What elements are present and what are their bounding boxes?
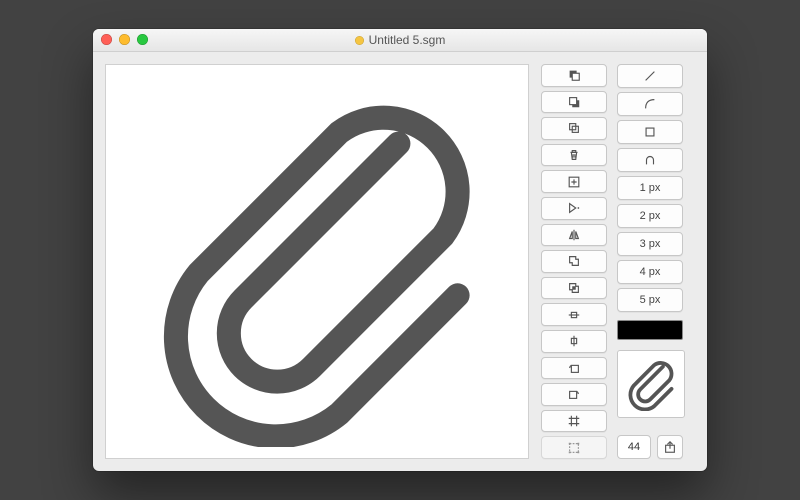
flip-horizontal-button[interactable] <box>541 224 607 247</box>
bounds-button[interactable] <box>541 436 607 459</box>
arch-tool-button[interactable] <box>617 148 683 172</box>
window-title-text: Untitled 5.sgm <box>369 33 446 47</box>
edit-tool-column <box>541 64 607 459</box>
document-proxy-icon[interactable] <box>355 36 364 45</box>
shape-tool-column: 1 px 2 px 3 px 4 px 5 px 44 <box>617 64 683 459</box>
stroke-3px-button[interactable]: 3 px <box>617 232 683 256</box>
zoom-window-button[interactable] <box>137 34 148 45</box>
app-window: Untitled 5.sgm <box>93 29 707 471</box>
canvas-area <box>93 52 541 471</box>
union-button[interactable] <box>541 250 607 273</box>
icon-preview <box>617 350 685 418</box>
align-vertical-button[interactable] <box>541 330 607 353</box>
window-title: Untitled 5.sgm <box>355 33 446 47</box>
tool-panels: 1 px 2 px 3 px 4 px 5 px 44 <box>541 52 707 471</box>
send-to-back-button[interactable] <box>541 91 607 114</box>
stroke-5px-button[interactable]: 5 px <box>617 288 683 312</box>
align-horizontal-button[interactable] <box>541 303 607 326</box>
stroke-1px-button[interactable]: 1 px <box>617 176 683 200</box>
convert-to-path-button[interactable] <box>541 197 607 220</box>
rotate-ccw-button[interactable] <box>541 357 607 380</box>
stroke-4px-button[interactable]: 4 px <box>617 260 683 284</box>
duplicate-button[interactable] <box>541 117 607 140</box>
grid-button[interactable] <box>541 410 607 433</box>
rectangle-tool-button[interactable] <box>617 120 683 144</box>
titlebar: Untitled 5.sgm <box>93 29 707 52</box>
curve-tool-button[interactable] <box>617 92 683 116</box>
color-swatch[interactable] <box>617 320 683 340</box>
rotate-cw-button[interactable] <box>541 383 607 406</box>
minimize-window-button[interactable] <box>119 34 130 45</box>
preview-size-field[interactable]: 44 <box>617 435 651 459</box>
window-body: 1 px 2 px 3 px 4 px 5 px 44 <box>93 52 707 471</box>
preview-controls: 44 <box>617 435 683 459</box>
stroke-2px-button[interactable]: 2 px <box>617 204 683 228</box>
add-shape-button[interactable] <box>541 170 607 193</box>
subtract-button[interactable] <box>541 277 607 300</box>
window-controls <box>101 34 148 45</box>
close-window-button[interactable] <box>101 34 112 45</box>
delete-button[interactable] <box>541 144 607 167</box>
drawing-canvas[interactable] <box>105 64 529 459</box>
paperclip-icon <box>132 77 502 447</box>
line-tool-button[interactable] <box>617 64 683 88</box>
bring-to-front-button[interactable] <box>541 64 607 87</box>
export-button[interactable] <box>657 435 683 459</box>
paperclip-icon <box>624 357 678 411</box>
